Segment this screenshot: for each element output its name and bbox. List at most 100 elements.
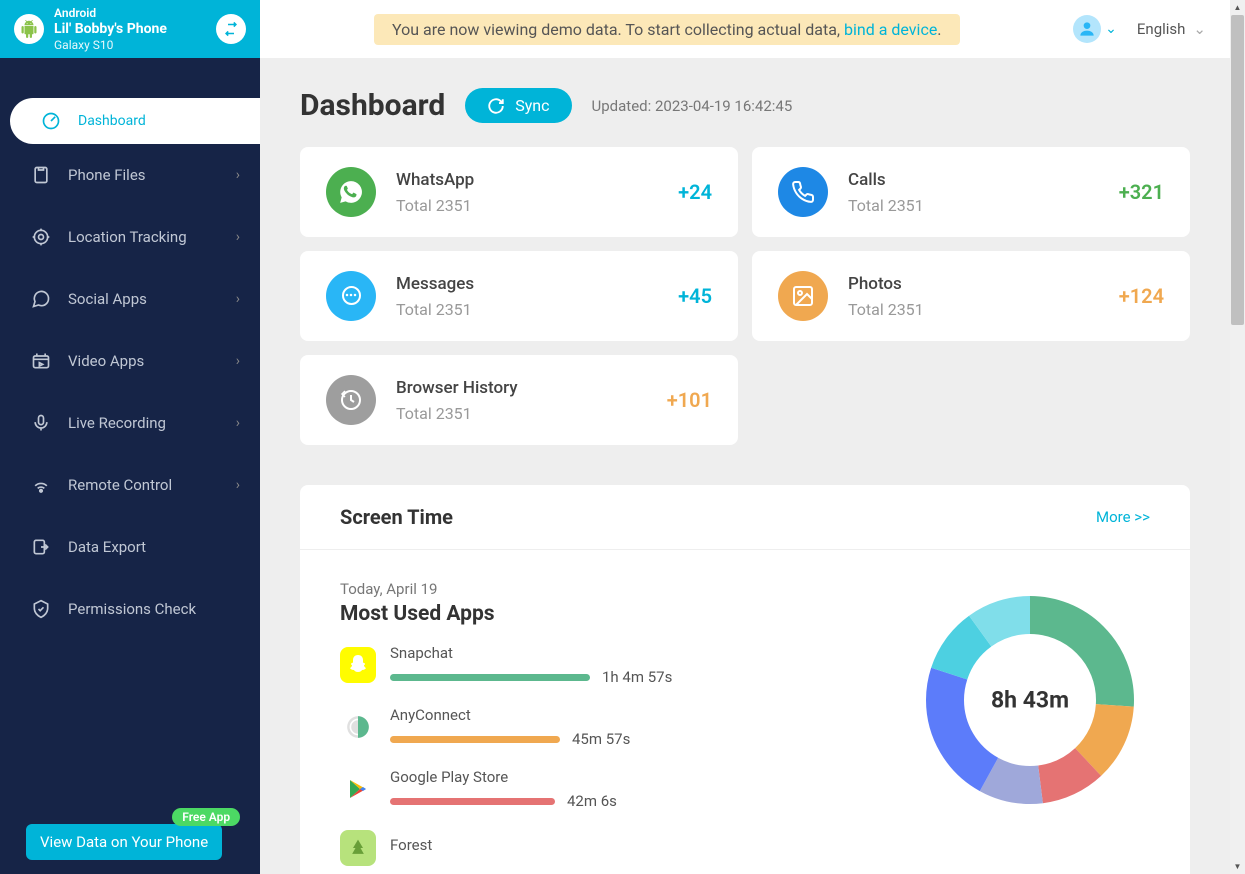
free-badge: Free App xyxy=(172,808,240,826)
nav: Dashboard Phone Files › Location Trackin… xyxy=(0,58,260,640)
card-delta: +321 xyxy=(1119,180,1164,204)
card-delta: +45 xyxy=(678,284,712,308)
card-total: Total 2351 xyxy=(396,300,658,319)
sidebar: Android Lil' Bobby's Phone Galaxy S10 Da… xyxy=(0,0,260,874)
view-data-button[interactable]: View Data on Your Phone xyxy=(26,824,222,860)
app-row: Google Play Store 42m 6s xyxy=(340,768,850,810)
message-icon xyxy=(326,271,376,321)
nav-phone-files[interactable]: Phone Files › xyxy=(0,144,260,206)
card-title: Calls xyxy=(848,170,1099,190)
language-label: English xyxy=(1137,20,1186,38)
scrollbar-thumb[interactable] xyxy=(1231,15,1244,325)
bind-device-link[interactable]: bind a device xyxy=(844,20,937,39)
device-header[interactable]: Android Lil' Bobby's Phone Galaxy S10 xyxy=(0,0,260,58)
app-icon xyxy=(340,647,376,683)
card-title: Messages xyxy=(396,274,658,294)
chat-icon xyxy=(30,288,52,310)
most-used-title: Most Used Apps xyxy=(340,602,850,626)
language-selector[interactable]: English ⌄ xyxy=(1137,20,1206,38)
stat-card-phone[interactable]: Calls Total 2351 +321 xyxy=(752,147,1190,237)
app-icon xyxy=(340,771,376,807)
nav-label: Social Apps xyxy=(68,290,220,308)
page-header: Dashboard Sync Updated: 2023-04-19 16:42… xyxy=(300,88,1190,123)
app-row: AnyConnect 45m 57s xyxy=(340,706,850,748)
more-link[interactable]: More >> xyxy=(1096,508,1150,526)
updated-text: Updated: 2023-04-19 16:42:45 xyxy=(592,97,793,115)
chevron-right-icon: › xyxy=(236,291,240,307)
app-time: 42m 6s xyxy=(567,792,617,810)
nav-export[interactable]: Data Export xyxy=(0,516,260,578)
scroll-down-icon[interactable]: ▼ xyxy=(1230,859,1245,874)
chevron-down-icon: ⌄ xyxy=(1193,20,1206,38)
usage-bar xyxy=(390,798,555,805)
topbar: You are now viewing demo data. To start … xyxy=(260,0,1230,58)
stat-card-whatsapp[interactable]: WhatsApp Total 2351 +24 xyxy=(300,147,738,237)
app-time: 45m 57s xyxy=(572,730,630,748)
phone-icon xyxy=(778,167,828,217)
device-os: Android xyxy=(54,6,206,20)
card-delta: +124 xyxy=(1119,284,1164,308)
card-delta: +101 xyxy=(667,388,712,412)
demo-banner: You are now viewing demo data. To start … xyxy=(374,14,960,45)
nav-dashboard[interactable]: Dashboard xyxy=(10,98,260,144)
device-model: Galaxy S10 xyxy=(54,38,206,52)
stat-card-message[interactable]: Messages Total 2351 +45 xyxy=(300,251,738,341)
photo-icon xyxy=(778,271,828,321)
nav-remote[interactable]: Remote Control › xyxy=(0,454,260,516)
switch-device-icon[interactable] xyxy=(216,14,246,44)
chevron-right-icon: › xyxy=(236,415,240,431)
scrollbar[interactable]: ▲ ▼ xyxy=(1230,0,1245,874)
remote-icon xyxy=(30,474,52,496)
scroll-up-icon[interactable]: ▲ xyxy=(1230,0,1245,15)
page-title: Dashboard xyxy=(300,88,445,123)
chevron-right-icon: › xyxy=(236,477,240,493)
donut-chart: 8h 43m xyxy=(910,580,1150,820)
mic-icon xyxy=(30,412,52,434)
stat-card-photo[interactable]: Photos Total 2351 +124 xyxy=(752,251,1190,341)
device-name: Lil' Bobby's Phone xyxy=(54,21,206,37)
sync-icon xyxy=(487,97,505,115)
nav-label: Live Recording xyxy=(68,414,220,432)
banner-text-end: . xyxy=(937,20,941,39)
user-avatar-icon xyxy=(1073,15,1101,43)
card-total: Total 2351 xyxy=(396,196,658,215)
app-icon xyxy=(340,830,376,866)
nav-label: Permissions Check xyxy=(68,600,240,618)
chevron-right-icon: › xyxy=(236,167,240,183)
app-name: Forest xyxy=(390,836,850,854)
usage-bar xyxy=(390,736,560,743)
donut-total: 8h 43m xyxy=(991,687,1069,714)
nav-label: Location Tracking xyxy=(68,228,220,246)
app-icon xyxy=(340,709,376,745)
history-icon xyxy=(326,375,376,425)
nav-permissions[interactable]: Permissions Check xyxy=(0,578,260,640)
user-menu[interactable]: ⌄ xyxy=(1073,15,1117,43)
today-label: Today, April 19 xyxy=(340,580,850,598)
card-title: WhatsApp xyxy=(396,170,658,190)
app-row: Snapchat 1h 4m 57s xyxy=(340,644,850,686)
banner-text: You are now viewing demo data. To start … xyxy=(392,20,844,39)
card-total: Total 2351 xyxy=(848,300,1099,319)
sync-label: Sync xyxy=(515,96,549,115)
screen-time-panel: Screen Time More >> Today, April 19 Most… xyxy=(300,485,1190,874)
nav-location[interactable]: Location Tracking › xyxy=(0,206,260,268)
nav-live[interactable]: Live Recording › xyxy=(0,392,260,454)
usage-bar xyxy=(390,674,590,681)
stat-card-history[interactable]: Browser History Total 2351 +101 xyxy=(300,355,738,445)
app-row: Forest xyxy=(340,830,850,866)
android-icon xyxy=(14,14,44,44)
sync-button[interactable]: Sync xyxy=(465,88,571,123)
apps-list: Snapchat 1h 4m 57s AnyConnect 45m 57s Go… xyxy=(340,644,850,866)
app-name: Snapchat xyxy=(390,644,850,662)
chevron-down-icon: ⌄ xyxy=(1105,21,1117,37)
nav-label: Dashboard xyxy=(78,113,240,129)
card-delta: +24 xyxy=(678,180,712,204)
nav-video[interactable]: Video Apps › xyxy=(0,330,260,392)
nav-label: Video Apps xyxy=(68,352,220,370)
card-total: Total 2351 xyxy=(396,404,647,423)
nav-social[interactable]: Social Apps › xyxy=(0,268,260,330)
panel-title: Screen Time xyxy=(340,505,453,529)
whatsapp-icon xyxy=(326,167,376,217)
export-icon xyxy=(30,536,52,558)
chevron-right-icon: › xyxy=(236,229,240,245)
